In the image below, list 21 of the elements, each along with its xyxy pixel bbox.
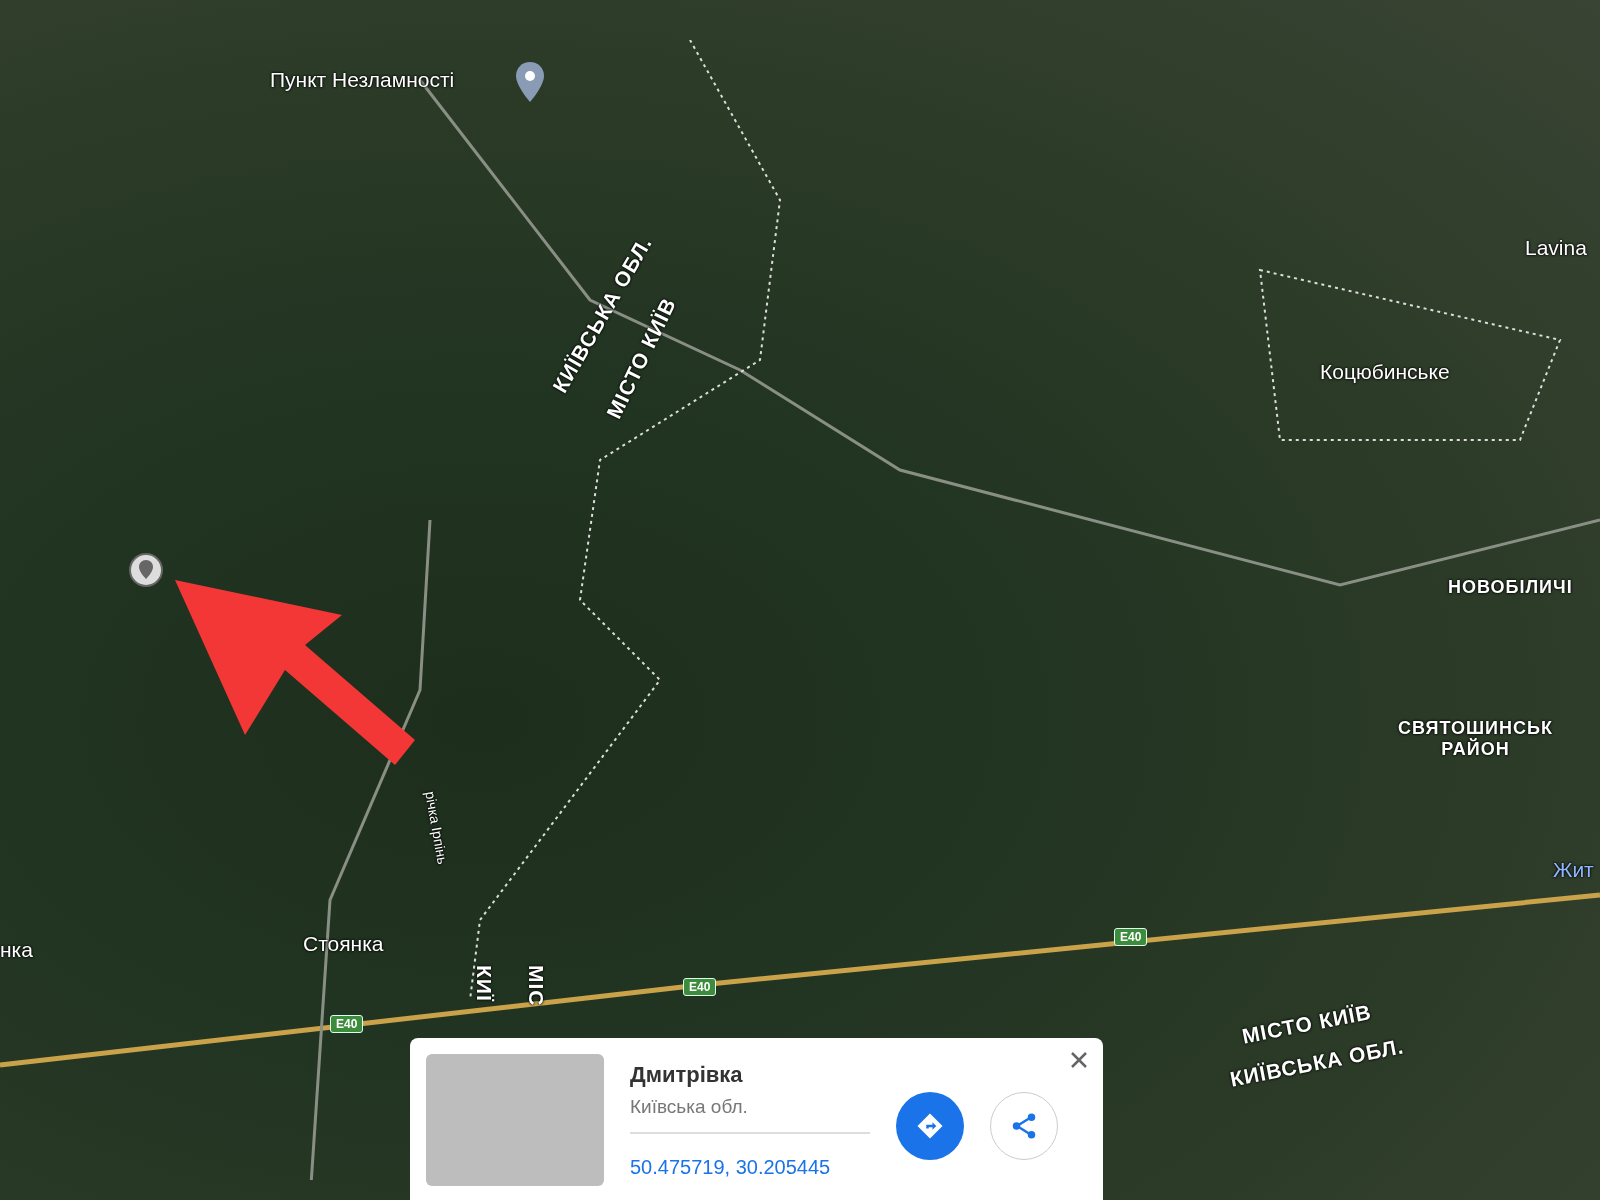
map-label: Lavina <box>1525 236 1587 261</box>
map-label: Пункт Незламності <box>270 68 455 93</box>
map-label: НОВОБІЛИЧІ <box>1448 577 1573 598</box>
close-icon <box>1069 1050 1089 1070</box>
directions-icon <box>915 1111 945 1141</box>
road-shield: E40 <box>330 1015 364 1033</box>
coordinates-link[interactable]: 50.475719, 30.205445 <box>630 1156 870 1179</box>
place-region: Київська обл. <box>630 1096 870 1134</box>
map-label: Коцюбинське <box>1320 360 1450 385</box>
river-label: річка Ірпінь <box>422 790 451 866</box>
road-shield: E40 <box>683 978 717 996</box>
map-label: КИЇ <box>472 965 496 1002</box>
map-label: Стоянка <box>303 932 384 957</box>
map-label: МІС <box>524 965 548 1007</box>
place-title: Дмитрівка <box>630 1062 744 1088</box>
map-pin-icon <box>516 62 544 102</box>
map-label: нка <box>0 938 33 963</box>
road-shield: E40 <box>1114 928 1148 946</box>
map-label: СВЯТОШИНСЬК РАЙОН <box>1398 718 1553 760</box>
location-pin-icon <box>128 552 164 588</box>
map-label: Жит <box>1553 858 1594 883</box>
